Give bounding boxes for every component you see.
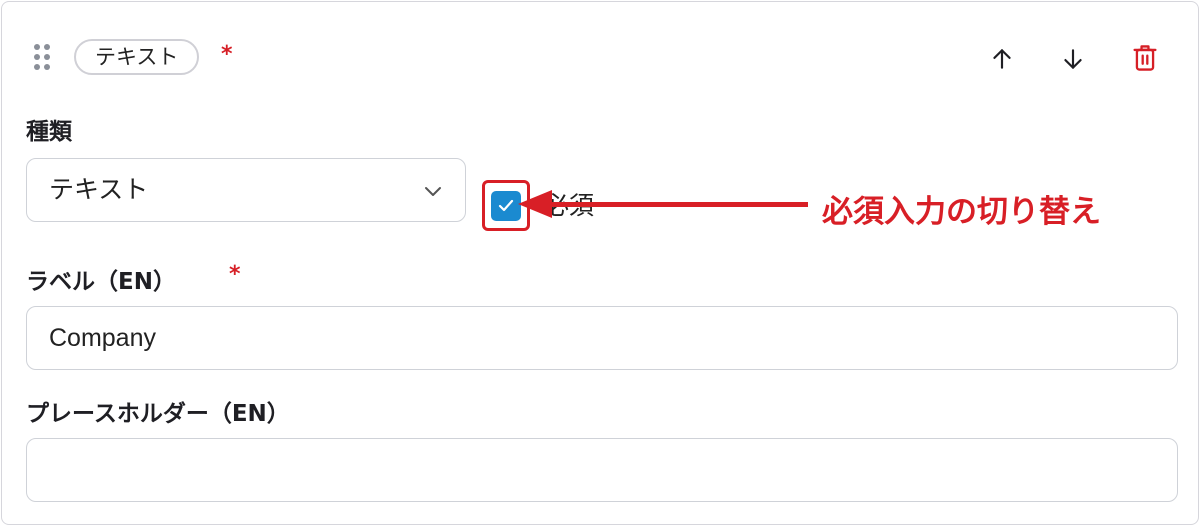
move-up-button[interactable]	[982, 39, 1022, 79]
trash-icon	[1133, 45, 1157, 71]
type-select-value: テキスト	[49, 175, 149, 204]
label-en-input[interactable]: Company	[26, 306, 1178, 370]
required-checkbox[interactable]	[491, 191, 521, 221]
label-en-field-label: ラベル（EN）	[26, 269, 176, 295]
chevron-down-icon	[425, 187, 441, 196]
placeholder-en-field-label: プレースホルダー（EN）	[26, 401, 290, 427]
label-required-asterisk: *	[229, 262, 241, 287]
type-field-label: 種類	[26, 119, 72, 145]
type-select[interactable]: テキスト	[26, 158, 466, 222]
arrow-down-icon	[1064, 49, 1082, 69]
arrow-up-icon	[993, 49, 1011, 69]
placeholder-en-input[interactable]	[26, 438, 1178, 502]
drag-handle-icon[interactable]	[34, 44, 50, 72]
required-asterisk: *	[221, 42, 233, 67]
check-icon	[498, 199, 514, 212]
field-type-badge: テキスト	[74, 39, 200, 75]
move-down-button[interactable]	[1053, 39, 1093, 79]
annotation-text: 必須入力の切り替え	[822, 194, 1101, 230]
annotation-arrow-line	[548, 202, 808, 207]
delete-button[interactable]	[1125, 38, 1165, 78]
annotation-arrowhead	[518, 190, 552, 218]
